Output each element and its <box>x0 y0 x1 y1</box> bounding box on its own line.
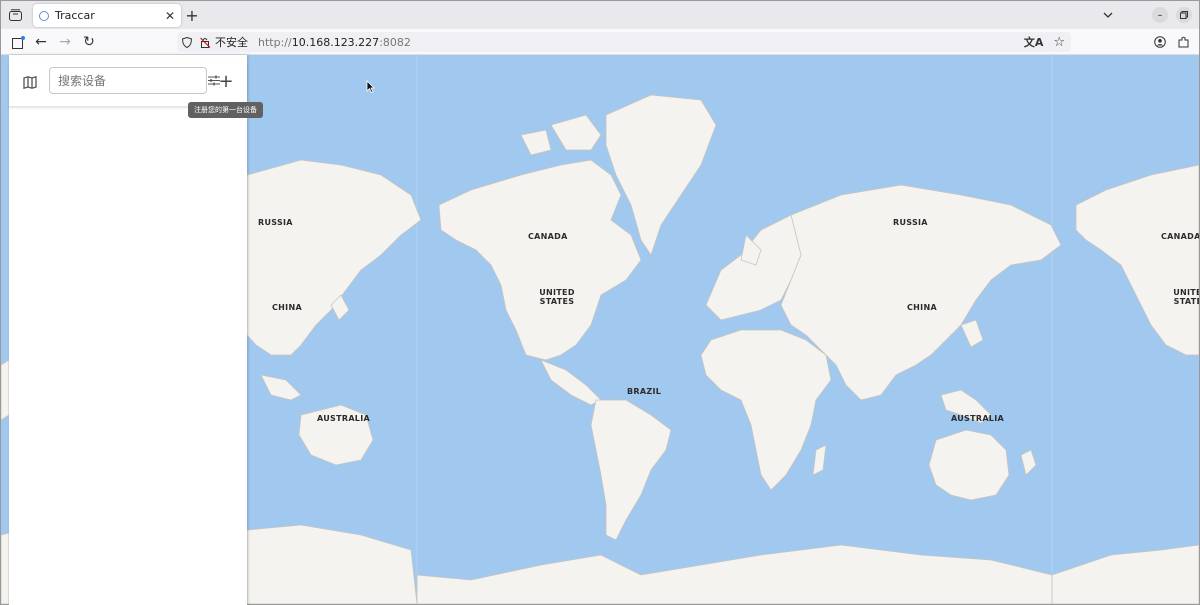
extensions-icon[interactable] <box>1176 34 1192 50</box>
tab-list-chevron-icon[interactable] <box>1100 7 1116 23</box>
label-united-states-right: UNITED STATES <box>1173 288 1199 306</box>
label-russia-left: RUSSIA <box>258 218 293 227</box>
label-china-left: CHINA <box>272 303 302 312</box>
traccar-favicon-icon <box>39 10 49 21</box>
tab-overview-icon[interactable] <box>7 7 23 23</box>
label-canada-right: CANADA <box>1161 232 1199 241</box>
close-tab-icon[interactable]: ✕ <box>165 9 175 23</box>
device-sidebar: + <box>9 55 247 605</box>
reload-icon[interactable]: ↻ <box>81 34 97 50</box>
label-australia-left: AUSTRALIA <box>317 414 370 423</box>
device-toolbar: + <box>9 63 247 107</box>
forward-icon[interactable]: → <box>57 34 73 50</box>
label-russia: RUSSIA <box>893 218 928 227</box>
add-device-tooltip: 注册您的第一台设备 <box>188 102 263 118</box>
url-port: :8082 <box>379 35 411 49</box>
label-brazil: BRAZIL <box>627 387 662 396</box>
search-input[interactable] <box>58 73 208 88</box>
label-australia: AUSTRALIA <box>951 414 1004 423</box>
search-devices-field[interactable] <box>49 67 220 94</box>
translate-icon[interactable]: 文A <box>1024 34 1044 50</box>
tab-traccar[interactable]: Traccar ✕ <box>33 4 181 27</box>
restore-icon[interactable] <box>1176 7 1192 23</box>
label-china: CHINA <box>907 303 937 312</box>
minimize-icon[interactable]: – <box>1152 7 1168 23</box>
tab-title: Traccar <box>55 9 95 22</box>
url-protocol: http:// <box>258 35 292 49</box>
add-device-button[interactable]: + <box>217 71 235 92</box>
browser-tab-bar: Traccar ✕ + – <box>1 1 1199 29</box>
back-icon[interactable]: ← <box>33 34 49 50</box>
browser-nav-bar: ← → ↻ 不安全 http://10.168.123.227:8082 文A … <box>1 29 1199 55</box>
address-bar[interactable]: 不安全 http://10.168.123.227:8082 文A ☆ <box>177 32 1071 52</box>
sidebar-toggle-icon[interactable] <box>10 34 26 50</box>
security-label: 不安全 <box>215 36 248 49</box>
label-united-states: UNITED STATES <box>539 288 575 306</box>
label-canada: CANADA <box>528 232 568 241</box>
new-tab-icon[interactable]: + <box>184 6 200 25</box>
bookmark-star-icon[interactable]: ☆ <box>1053 35 1065 50</box>
mouse-cursor-icon <box>366 80 375 93</box>
shield-icon[interactable] <box>182 36 192 48</box>
account-icon[interactable] <box>1152 34 1168 50</box>
map-icon[interactable] <box>21 73 39 91</box>
insecure-lock-icon[interactable] <box>200 37 211 48</box>
url-text: http://10.168.123.227:8082 <box>258 36 411 49</box>
url-host: 10.168.123.227 <box>291 35 380 49</box>
